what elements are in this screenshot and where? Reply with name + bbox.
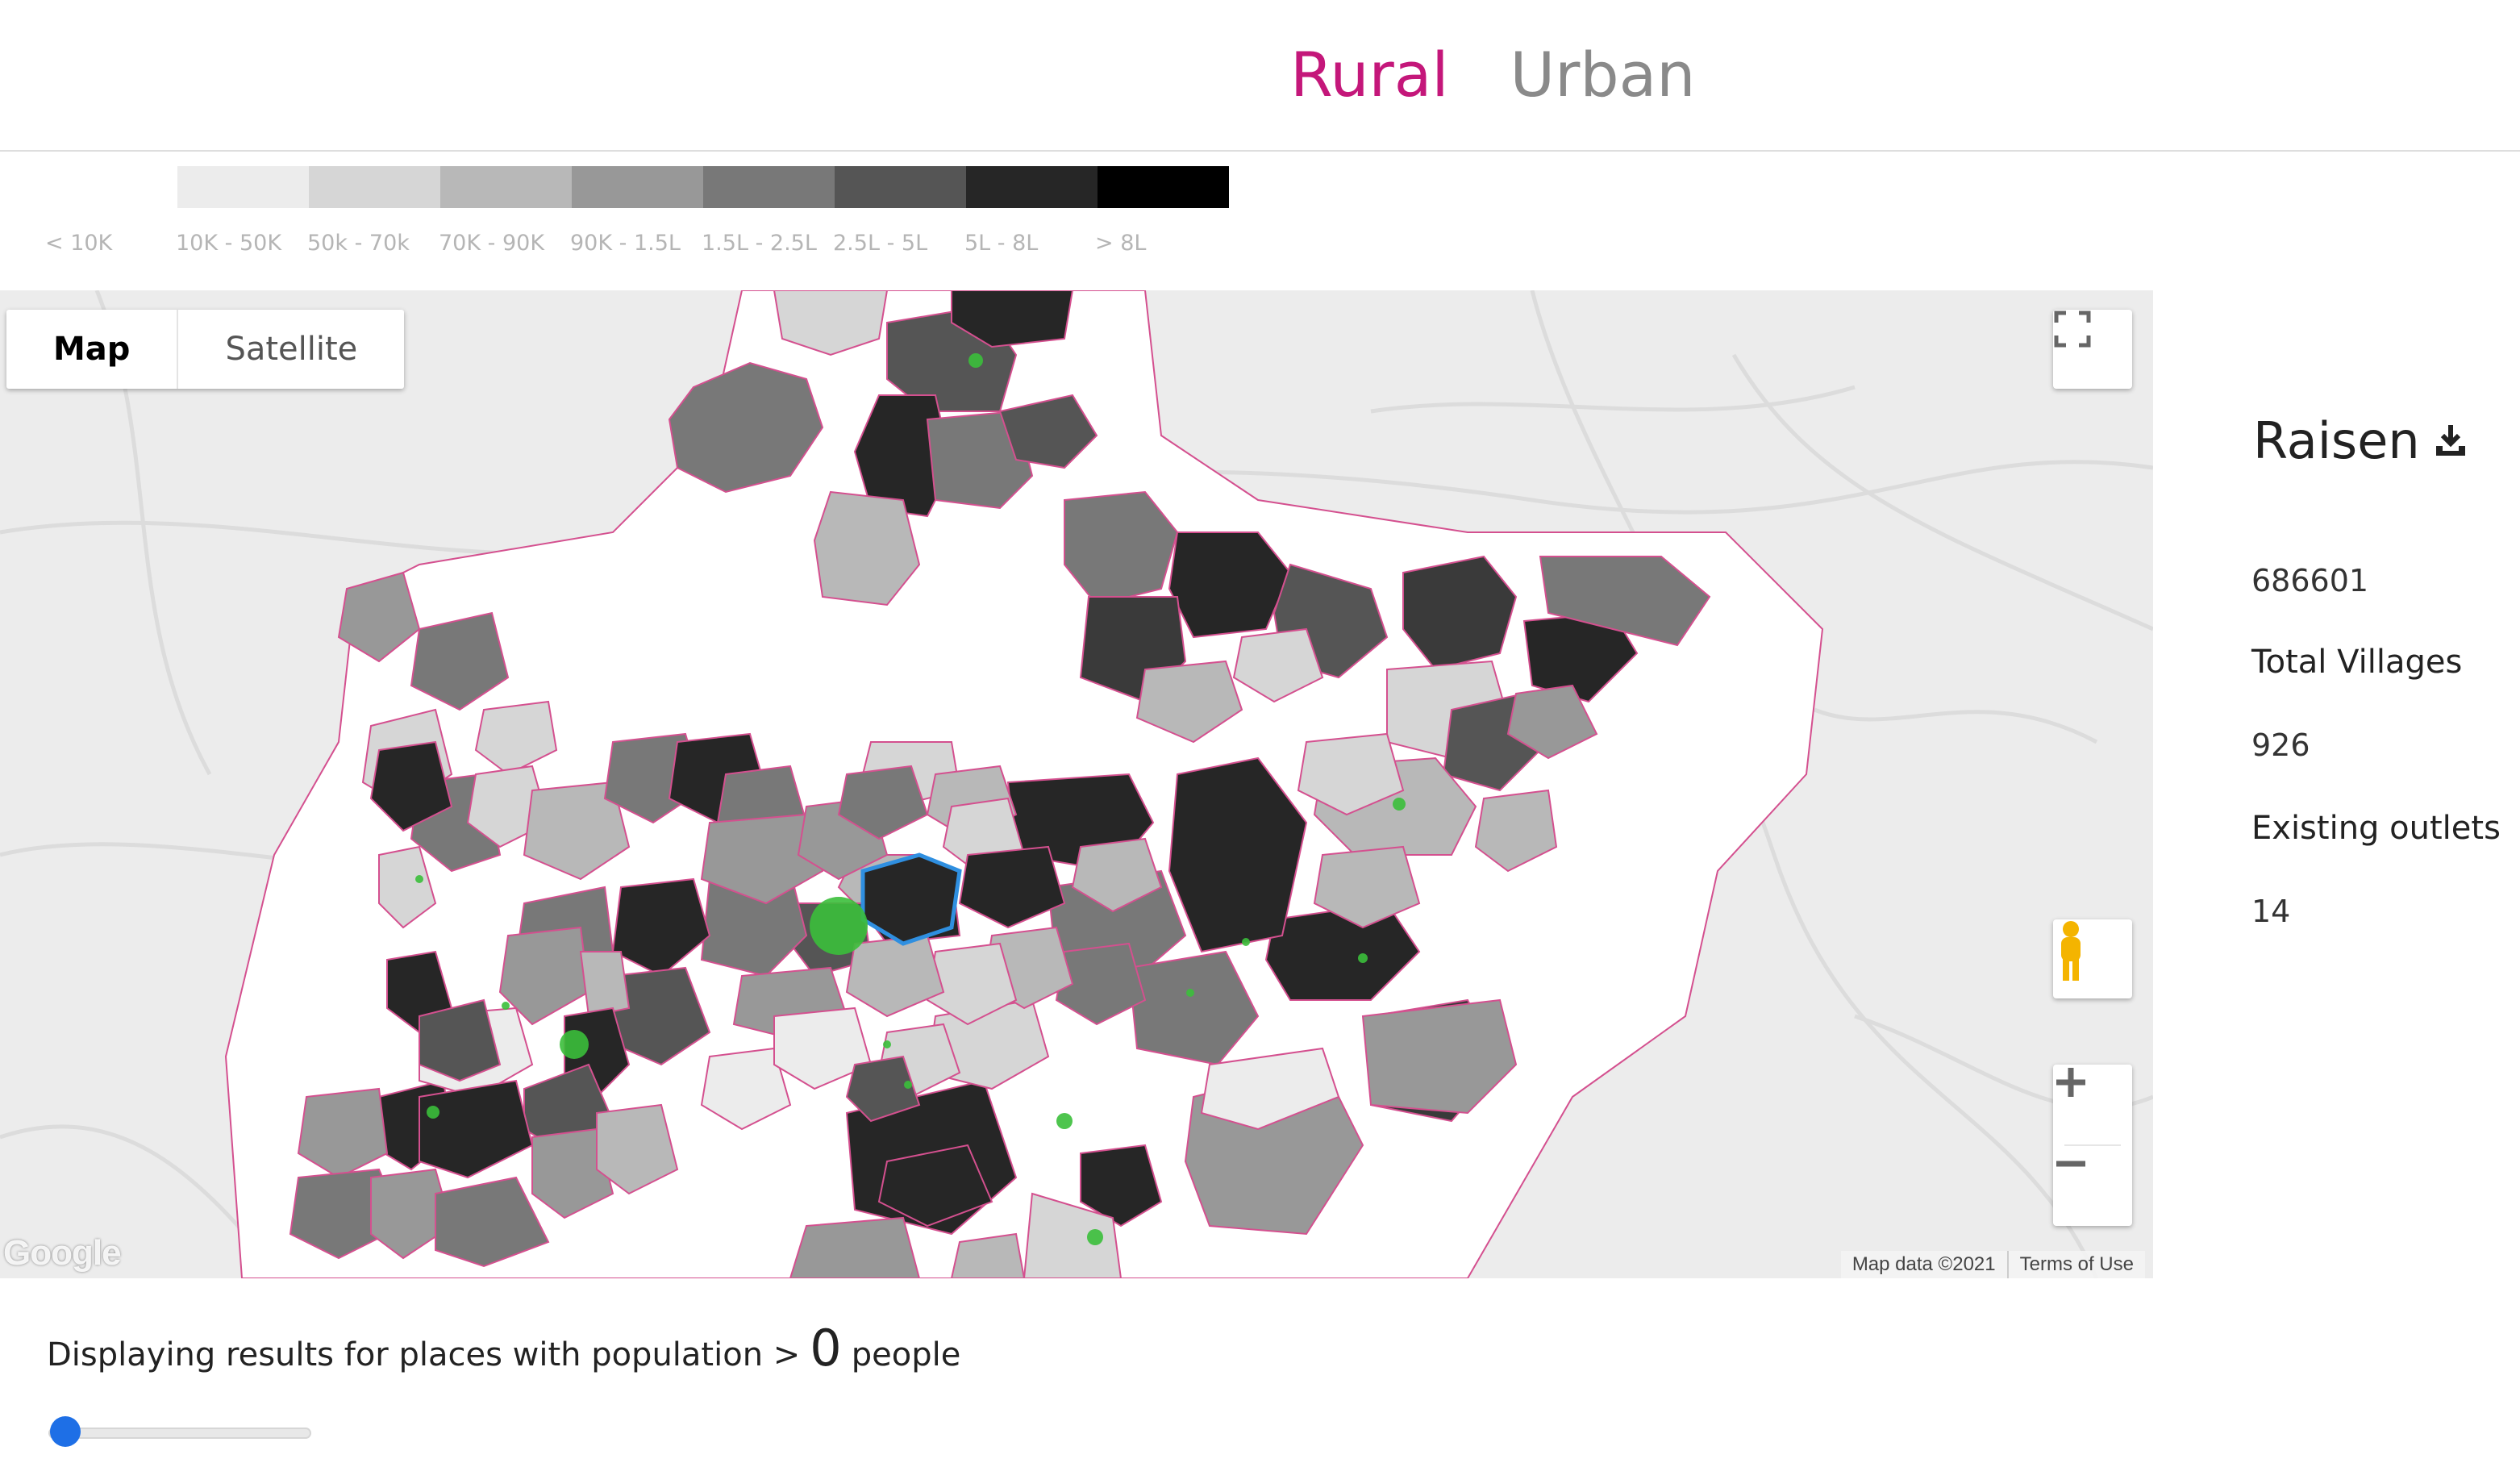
map-type-map-button[interactable]: Map <box>6 310 177 389</box>
legend-swatch <box>966 166 1098 208</box>
google-logo: Google <box>3 1233 122 1273</box>
terms-of-use-link[interactable]: Terms of Use <box>2006 1251 2145 1278</box>
tab-urban[interactable]: Urban <box>1510 31 1696 119</box>
map-attribution: Map data ©2021 Terms of Use <box>1840 1251 2145 1278</box>
population-value: 686601 <box>2251 563 2369 598</box>
filter-threshold: 0 <box>810 1319 842 1378</box>
fullscreen-icon <box>2054 311 2091 348</box>
map-type-satellite-button[interactable]: Satellite <box>177 310 404 389</box>
outlet-marker[interactable] <box>1242 938 1250 946</box>
download-icon[interactable] <box>2431 422 2470 461</box>
legend-label: 2.5L - 5L <box>833 231 928 256</box>
outlet-marker[interactable] <box>1393 798 1406 811</box>
outlet-marker[interactable] <box>1186 989 1194 997</box>
filter-suffix: people <box>851 1336 961 1373</box>
legend-swatch <box>440 166 572 208</box>
legend-label: 1.5L - 2.5L <box>702 231 817 256</box>
street-view-pegman[interactable] <box>2053 919 2132 998</box>
slider-thumb[interactable] <box>50 1416 81 1447</box>
legend-swatch <box>703 166 835 208</box>
legend-labels: < 10K 10K - 50K 50k - 70k 70K - 90K 90K … <box>45 231 1206 258</box>
fullscreen-button[interactable] <box>2053 310 2132 389</box>
population-filter-caption: Displaying results for places with popul… <box>47 1319 960 1378</box>
legend-label: > 8L <box>1095 231 1147 256</box>
outlet-marker[interactable] <box>415 875 423 883</box>
outlet-marker[interactable] <box>1358 953 1368 963</box>
legend-label: 5L - 8L <box>964 231 1039 256</box>
population-slider[interactable] <box>48 1416 311 1447</box>
total-villages-value: 926 <box>2251 727 2310 763</box>
map-data-credit: Map data ©2021 <box>1851 1253 1996 1275</box>
district-map[interactable]: Map Satellite Google Map data ©2021 Term… <box>0 290 2153 1278</box>
slider-track[interactable] <box>48 1428 311 1439</box>
pegman-icon <box>2061 921 2081 981</box>
legend-label: 50k - 70k <box>307 231 410 256</box>
outlet-marker[interactable] <box>1087 1229 1103 1245</box>
existing-outlets-value: 14 <box>2251 894 2291 929</box>
minus-icon <box>2056 1161 2085 1167</box>
outlet-marker[interactable] <box>810 897 868 955</box>
outlet-marker[interactable] <box>968 353 983 368</box>
plus-icon <box>2056 1068 2085 1097</box>
legend-swatch <box>177 166 309 208</box>
outlet-marker[interactable] <box>502 1002 510 1010</box>
legend-swatch <box>309 166 440 208</box>
legend-swatch <box>835 166 966 208</box>
outlet-marker[interactable] <box>560 1030 589 1059</box>
legend-label: < 10K <box>45 231 113 256</box>
legend-swatch <box>1098 166 1229 208</box>
district-name: Raisen <box>2253 411 2420 470</box>
map-canvas <box>0 290 2153 1278</box>
total-villages-label: Total Villages <box>2251 644 2463 681</box>
selected-district-raisen[interactable] <box>860 852 962 946</box>
population-type-tabs: Rural Urban <box>1290 31 1695 119</box>
outlet-marker[interactable] <box>427 1106 439 1119</box>
legend-label: 10K - 50K <box>176 231 282 256</box>
district-title: Raisen <box>2253 411 2511 470</box>
zoom-control <box>2053 1065 2132 1226</box>
zoom-in-button[interactable] <box>2053 1065 2132 1144</box>
header-divider <box>0 150 2520 152</box>
legend-color-scale <box>177 166 1229 208</box>
legend-label: 70K - 90K <box>439 231 545 256</box>
filter-prefix: Displaying results for places with popul… <box>47 1336 801 1373</box>
map-type-control: Map Satellite <box>6 310 405 389</box>
existing-outlets-label: Existing outlets <box>2251 810 2501 847</box>
legend-swatch <box>572 166 703 208</box>
outlet-marker[interactable] <box>904 1081 912 1089</box>
tab-rural[interactable]: Rural <box>1290 31 1449 119</box>
district-info-panel: Raisen <box>2253 411 2511 470</box>
outlet-marker[interactable] <box>883 1040 891 1048</box>
legend-label: 90K - 1.5L <box>570 231 681 256</box>
outlet-marker[interactable] <box>1056 1113 1073 1129</box>
zoom-out-button[interactable] <box>2053 1146 2132 1226</box>
